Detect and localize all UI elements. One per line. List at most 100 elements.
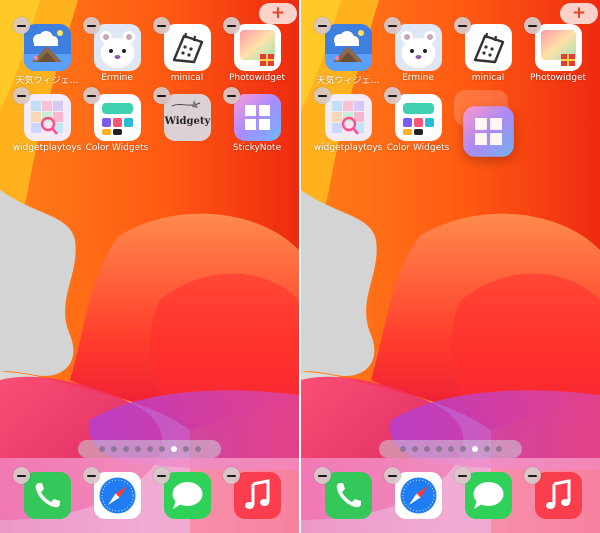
dock-app-safari[interactable] — [383, 464, 453, 530]
dock-app-phone[interactable] — [12, 464, 82, 530]
dock-app-messages[interactable] — [152, 464, 222, 530]
app-stickynote[interactable]: StickyNote — [222, 84, 292, 156]
minus-icon — [388, 94, 397, 97]
safari-icon — [94, 472, 141, 519]
delete-badge[interactable] — [314, 17, 331, 34]
music-icon — [234, 472, 281, 519]
page-dot[interactable] — [495, 446, 502, 452]
color-widgets-icon — [395, 94, 442, 141]
delete-badge[interactable] — [153, 467, 170, 484]
app-photowidget[interactable]: Photowidget — [523, 14, 593, 86]
delete-badge[interactable] — [223, 17, 240, 34]
page-dot[interactable] — [411, 446, 418, 452]
minus-icon — [157, 94, 166, 97]
page-dot[interactable] — [146, 446, 153, 452]
delete-badge[interactable] — [13, 87, 30, 104]
delete-badge[interactable] — [83, 17, 100, 34]
minus-icon — [87, 474, 96, 477]
minus-icon — [17, 474, 26, 477]
delete-badge[interactable] — [524, 467, 541, 484]
dock-app-messages[interactable] — [453, 464, 523, 530]
photowidget-icon — [535, 24, 582, 71]
minus-icon — [17, 94, 26, 97]
minus-icon — [87, 94, 96, 97]
page-dot[interactable] — [399, 446, 406, 452]
minus-icon — [388, 24, 397, 27]
page-dot[interactable] — [122, 446, 129, 452]
phone-icon — [325, 472, 372, 519]
page-dot[interactable] — [170, 446, 177, 452]
minus-icon — [458, 474, 467, 477]
messages-icon — [164, 472, 211, 519]
app-color-widgets[interactable]: Color Widgets — [82, 84, 152, 156]
safari-icon — [395, 472, 442, 519]
app-photowidget[interactable]: Photowidget — [222, 14, 292, 86]
page-dot[interactable] — [459, 446, 466, 452]
app-ermine[interactable]: Ermine — [82, 14, 152, 86]
delete-badge[interactable] — [13, 467, 30, 484]
photowidget-icon — [234, 24, 281, 71]
delete-badge[interactable] — [83, 467, 100, 484]
app-ermine[interactable]: Ermine — [383, 14, 453, 86]
page-dot[interactable] — [483, 446, 490, 452]
minus-icon — [227, 474, 236, 477]
delete-badge[interactable] — [314, 87, 331, 104]
minus-icon — [388, 474, 397, 477]
dock-app-music[interactable] — [222, 464, 292, 530]
weather-widget-icon — [24, 24, 71, 71]
minus-icon — [157, 474, 166, 477]
page-dot[interactable] — [447, 446, 454, 452]
app-label: Color Widgets — [386, 143, 450, 153]
page-indicator[interactable] — [78, 440, 221, 458]
app-label: StickyNote — [232, 143, 282, 153]
delete-badge[interactable] — [454, 17, 471, 34]
widgetplaytoys-icon — [325, 94, 372, 141]
delete-badge[interactable] — [223, 87, 240, 104]
color-widgets-icon — [94, 94, 141, 141]
app-widgetplaytoys[interactable]: widgetplaytoys — [12, 84, 82, 156]
app-stickynote[interactable] — [453, 98, 523, 170]
app-widgetplaytoys[interactable]: widgetplaytoys — [313, 84, 383, 156]
dock-app-phone[interactable] — [313, 464, 383, 530]
page-dot[interactable] — [134, 446, 141, 452]
page-dot[interactable] — [182, 446, 189, 452]
page-dot[interactable] — [110, 446, 117, 452]
page-indicator[interactable] — [379, 440, 522, 458]
page-dot[interactable] — [194, 446, 201, 452]
app-calendar[interactable]: minical — [453, 14, 523, 86]
dock-app-safari[interactable] — [82, 464, 152, 530]
delete-badge[interactable] — [454, 467, 471, 484]
minus-icon — [318, 94, 327, 97]
delete-badge[interactable] — [384, 17, 401, 34]
app-label: Color Widgets — [85, 143, 149, 153]
app-widgety[interactable]: Widgety — [152, 84, 222, 156]
widgety-icon: Widgety — [164, 94, 211, 141]
page-dot[interactable] — [435, 446, 442, 452]
delete-badge[interactable] — [153, 87, 170, 104]
minus-icon — [87, 24, 96, 27]
minus-icon — [17, 24, 26, 27]
minus-icon — [528, 24, 537, 27]
stickynote-icon-dragging — [463, 106, 514, 157]
delete-badge[interactable] — [384, 87, 401, 104]
page-dot[interactable] — [471, 446, 478, 452]
page-dot[interactable] — [98, 446, 105, 452]
delete-badge[interactable] — [384, 467, 401, 484]
delete-badge[interactable] — [223, 467, 240, 484]
app-calendar[interactable]: minical — [152, 14, 222, 86]
app-color-widgets[interactable]: Color Widgets — [383, 84, 453, 156]
delete-badge[interactable] — [83, 87, 100, 104]
page-dot[interactable] — [158, 446, 165, 452]
page-dot[interactable] — [423, 446, 430, 452]
delete-badge[interactable] — [153, 17, 170, 34]
calendar-icon — [465, 24, 512, 71]
delete-badge[interactable] — [524, 17, 541, 34]
minus-icon — [318, 474, 327, 477]
stickynote-icon — [234, 94, 281, 141]
dock-app-music[interactable] — [523, 464, 593, 530]
delete-badge[interactable] — [314, 467, 331, 484]
app-weather-widget[interactable]: 天気ウィジェ… — [313, 14, 383, 86]
delete-badge[interactable] — [13, 17, 30, 34]
app-weather-widget[interactable]: 天気ウィジェ… — [12, 14, 82, 86]
ermine-icon — [395, 24, 442, 71]
